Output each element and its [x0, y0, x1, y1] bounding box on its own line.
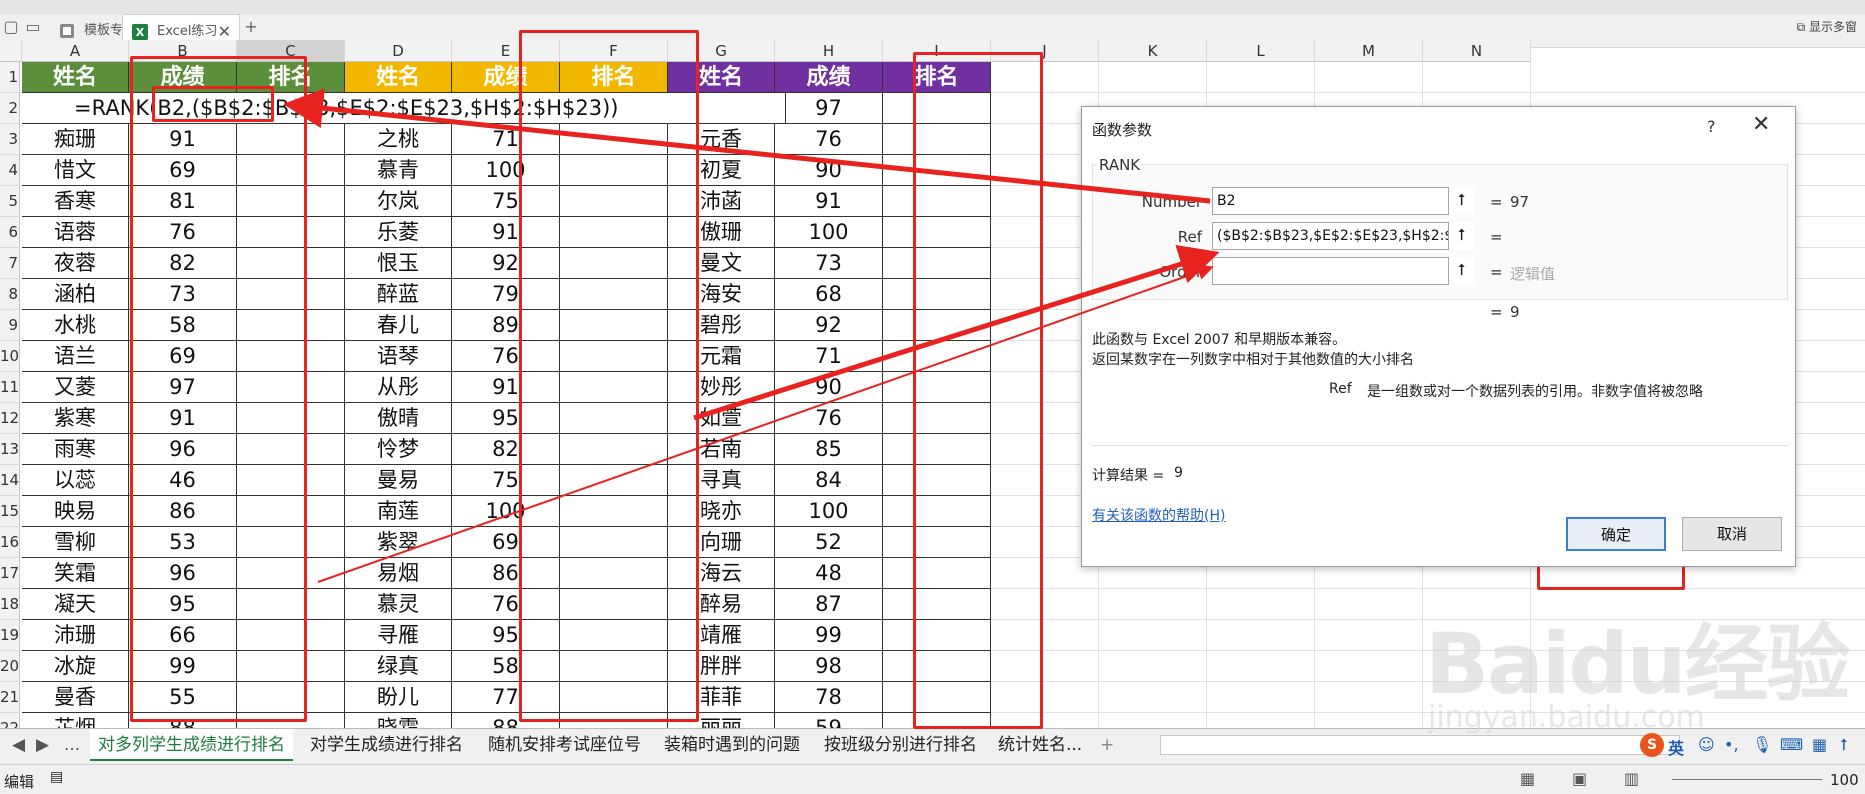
arrow-e-to-ref [693, 244, 1220, 421]
arrow-b-to-ref [317, 264, 1214, 583]
arrow-number-to-b2 [283, 88, 1211, 204]
spreadsheet-window: { "tabs": [ {"label": "模板专区"}, {"label":… [0, 0, 1865, 794]
annotation-arrows [283, 88, 1220, 583]
